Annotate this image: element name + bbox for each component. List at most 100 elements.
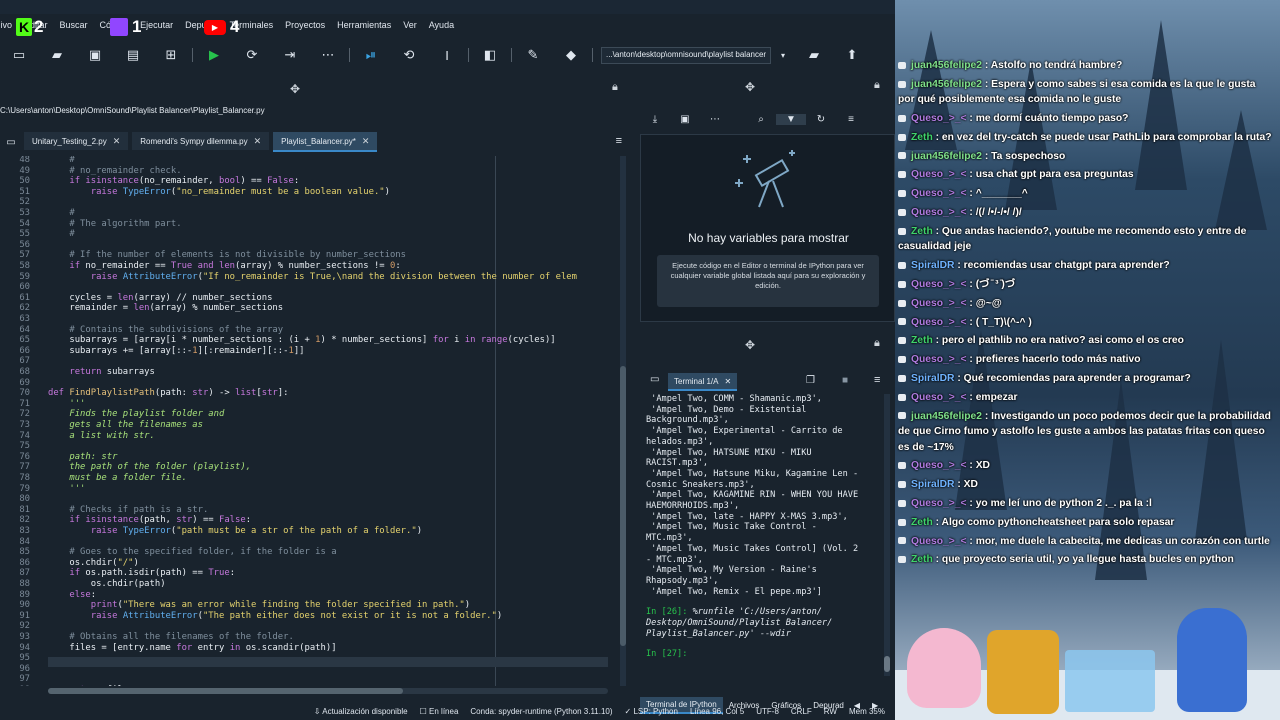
- move-handle-icon[interactable]: ✥: [745, 338, 755, 352]
- debug-icon[interactable]: ⏯: [358, 44, 384, 66]
- search-icon[interactable]: ⌕: [746, 114, 776, 125]
- code-line: subarrays = [array[i * number_sections :…: [48, 335, 556, 346]
- chat-badge-icon: [898, 114, 906, 122]
- chat-username[interactable]: Queso_>_<: [911, 536, 967, 547]
- browse-tabs-icon[interactable]: ▭: [0, 132, 22, 152]
- tab-sympy-dilemma[interactable]: Romendi's Sympy dilemma.py ✕: [132, 132, 270, 152]
- eol-status: CRLF: [790, 706, 812, 716]
- move-handle-icon[interactable]: ✥: [290, 82, 300, 96]
- debug-cell-icon[interactable]: ⟲: [396, 44, 422, 66]
- chat-username[interactable]: Queso_>_<: [911, 392, 967, 403]
- tab-terminal-1a[interactable]: Terminal 1/A ✕: [668, 373, 738, 391]
- editor-vertical-scrollbar[interactable]: [620, 156, 626, 686]
- more-icon[interactable]: ⋯: [315, 44, 341, 66]
- chat-username[interactable]: Queso_>_<: [911, 498, 967, 509]
- menu-herramientas[interactable]: Herramientas: [331, 20, 397, 30]
- filter-icon[interactable]: ▼: [776, 113, 806, 125]
- open-folder-icon[interactable]: ▰: [44, 44, 70, 66]
- menu-ayuda[interactable]: Ayuda: [423, 20, 460, 30]
- scrollbar-thumb[interactable]: [620, 366, 626, 646]
- console-output[interactable]: 'Ampel Two, COMM - Shamanic.mp3', 'Ampel…: [646, 394, 884, 666]
- chat-username[interactable]: Zeth: [911, 226, 933, 237]
- options-menu-icon[interactable]: ≡: [874, 374, 880, 386]
- maximize-pane-icon[interactable]: ◧: [477, 44, 503, 66]
- lock-icon[interactable]: 🔒︎: [874, 79, 880, 92]
- chat-username[interactable]: SpiralDR: [911, 260, 955, 271]
- chat-separator: :: [981, 78, 992, 90]
- copy-icon[interactable]: ❐: [806, 375, 815, 386]
- chat-username[interactable]: Queso_>_<: [911, 317, 967, 328]
- chat-username[interactable]: Zeth: [911, 335, 933, 346]
- stop-icon[interactable]: ■: [842, 375, 848, 386]
- console-prompt-line[interactable]: In [27]:: [646, 649, 884, 660]
- scrollbar-thumb[interactable]: [48, 688, 403, 694]
- move-handle-icon[interactable]: ✥: [745, 80, 755, 94]
- scrollbar-thumb[interactable]: [884, 656, 890, 672]
- debug-selection-icon[interactable]: I: [434, 44, 460, 66]
- save-data-icon[interactable]: ▣: [670, 114, 700, 125]
- chat-username[interactable]: juan456felipe2: [911, 151, 982, 162]
- chat-username[interactable]: SpiralDR: [911, 479, 955, 490]
- status-text: LSP: Python: [633, 706, 678, 716]
- options-menu-icon[interactable]: ≡: [616, 135, 622, 147]
- chat-username[interactable]: Queso_>_<: [911, 207, 967, 218]
- chat-username[interactable]: Queso_>_<: [911, 113, 967, 124]
- menu-ver[interactable]: Ver: [397, 20, 423, 30]
- youtube-logo-icon: ▶: [204, 19, 226, 35]
- update-status[interactable]: ⇩ Actualización disponible: [314, 707, 408, 716]
- chat-username[interactable]: Queso_>_<: [911, 188, 967, 199]
- close-tab-icon[interactable]: ✕: [113, 136, 121, 147]
- close-tab-icon[interactable]: ✕: [254, 136, 262, 147]
- wrench-icon[interactable]: ✎: [520, 44, 546, 66]
- run-cell-advance-icon[interactable]: ⇥: [277, 44, 303, 66]
- chat-username[interactable]: juan456felipe2: [911, 411, 982, 422]
- close-tab-icon[interactable]: ✕: [724, 377, 731, 386]
- python-icon[interactable]: ◆: [558, 44, 584, 66]
- dropdown-icon[interactable]: ▾: [777, 44, 789, 66]
- console-line: Background.mp3',: [646, 415, 729, 426]
- run-icon[interactable]: ▶: [201, 44, 227, 66]
- console-scrollbar[interactable]: [884, 394, 890, 676]
- options-menu-icon[interactable]: ≡: [836, 114, 866, 125]
- chat-username[interactable]: Queso_>_<: [911, 354, 967, 365]
- chat-username[interactable]: juan456felipe2: [911, 79, 982, 90]
- editor-horizontal-scrollbar[interactable]: [48, 688, 608, 694]
- chat-username[interactable]: SpiralDR: [911, 373, 955, 384]
- code-editor[interactable]: 48 #49 # no_remainder check. 50 if isinst…: [0, 156, 622, 686]
- code-line: if isinstance(path, str) == False:: [69, 515, 252, 526]
- save-icon[interactable]: ▣: [82, 44, 108, 66]
- twitch-counter: 1: [110, 16, 141, 38]
- close-tab-icon[interactable]: ✕: [362, 136, 370, 147]
- chat-username[interactable]: Queso_>_<: [911, 460, 967, 471]
- working-directory-input[interactable]: ...\anton\desktop\omnisound\playlist bal…: [601, 46, 771, 64]
- run-cell-icon[interactable]: ⟳: [239, 44, 265, 66]
- chat-username[interactable]: Queso_>_<: [911, 298, 967, 309]
- lock-icon[interactable]: 🔒︎: [874, 337, 880, 350]
- tab-unitary-testing[interactable]: Unitary_Testing_2.py ✕: [24, 132, 129, 152]
- menu-proyectos[interactable]: Proyectos: [279, 20, 331, 30]
- line-number: 93: [19, 632, 30, 642]
- save-all-icon[interactable]: ▤: [120, 44, 146, 66]
- refresh-icon[interactable]: ↻: [806, 114, 836, 125]
- parent-directory-icon[interactable]: ⬆: [839, 44, 865, 66]
- tab-label: Playlist_Balancer.py*: [281, 136, 356, 146]
- lock-icon[interactable]: 🔒︎: [612, 81, 618, 94]
- chat-username[interactable]: Queso_>_<: [911, 169, 967, 180]
- conda-status[interactable]: Conda: spyder-runtime (Python 3.11.10): [470, 707, 612, 716]
- import-data-icon[interactable]: ⤓: [640, 114, 670, 125]
- chat-username[interactable]: Queso_>_<: [911, 279, 967, 290]
- line-number: 72: [19, 409, 30, 420]
- menu-buscar[interactable]: Buscar: [54, 20, 94, 30]
- more-icon[interactable]: ⋯: [700, 114, 730, 125]
- chat-username[interactable]: Zeth: [911, 132, 933, 143]
- new-cell-icon[interactable]: ⊞: [158, 44, 184, 66]
- tab-playlist-balancer[interactable]: Playlist_Balancer.py* ✕: [273, 132, 378, 152]
- chat-username[interactable]: juan456felipe2: [911, 60, 982, 71]
- browse-folder-icon[interactable]: ▰: [801, 44, 827, 66]
- chat-username[interactable]: Zeth: [911, 517, 933, 528]
- line-number: 92: [19, 621, 30, 632]
- chat-username[interactable]: Zeth: [911, 554, 933, 565]
- line-number: 81: [19, 504, 30, 515]
- new-file-icon[interactable]: ▭: [6, 44, 32, 66]
- browse-tabs-icon[interactable]: ▭: [650, 374, 659, 385]
